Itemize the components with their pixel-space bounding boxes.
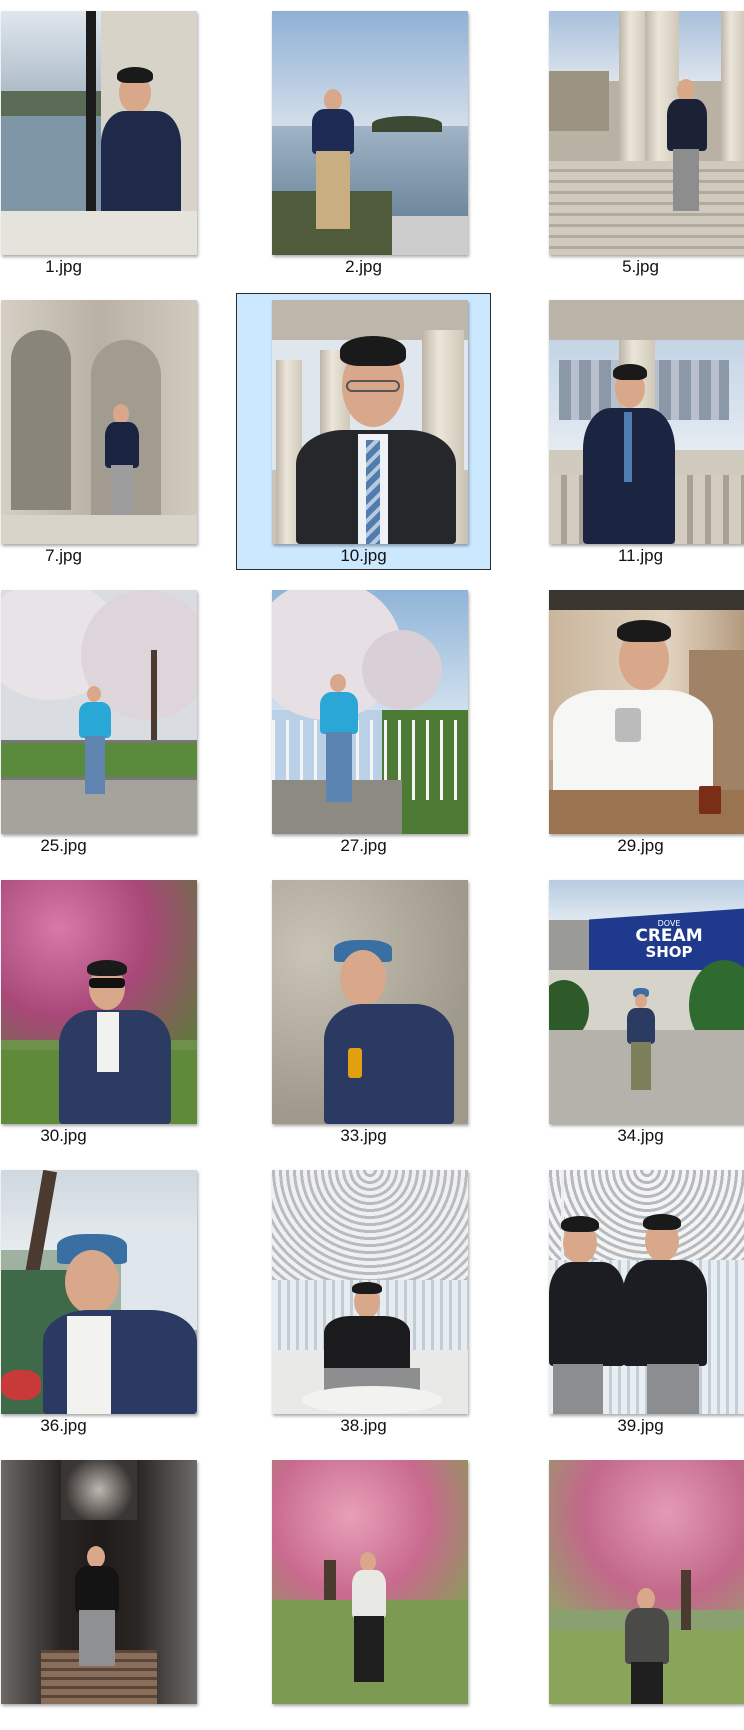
file-tile[interactable]: 27.jpg [236, 583, 491, 860]
file-tile[interactable] [236, 1453, 491, 1730]
file-name: 25.jpg [40, 836, 87, 855]
file-tile[interactable]: 5.jpg [513, 4, 744, 281]
file-tile[interactable]: 11.jpg [513, 293, 744, 570]
file-tile[interactable]: 39.jpg [513, 1163, 744, 1440]
file-name: 1.jpg [45, 257, 82, 276]
file-tile[interactable]: 7.jpg [0, 293, 197, 570]
file-tile[interactable]: 38.jpg [236, 1163, 491, 1440]
thumbnail-image: DOVE CREAM SHOP [549, 880, 744, 1124]
file-name: 7.jpg [45, 546, 82, 565]
file-name: 10.jpg [340, 546, 387, 565]
thumbnail-grid: 1.jpg 2.jpg 5.jpg 7.jpg 10.jpg 11.jpg 25… [0, 0, 744, 1704]
sign-line2-text: SHOP [645, 943, 693, 961]
thumbnail-image [549, 590, 744, 834]
file-name: 39.jpg [617, 1416, 664, 1435]
thumbnail-image [272, 11, 468, 255]
thumbnail-image [272, 1170, 468, 1414]
file-name: 11.jpg [617, 546, 664, 565]
file-name: 34.jpg [617, 1126, 664, 1145]
file-name: 36.jpg [40, 1416, 87, 1435]
file-tile[interactable]: 29.jpg [513, 583, 744, 860]
file-tile[interactable]: DOVE CREAM SHOP 34.jpg [513, 873, 744, 1150]
thumbnail-image [1, 1460, 197, 1704]
thumbnail-image [1, 880, 197, 1124]
file-tile[interactable]: 2.jpg [236, 4, 491, 281]
file-name: 33.jpg [340, 1126, 387, 1145]
file-name: 30.jpg [40, 1126, 87, 1145]
file-tile[interactable]: 25.jpg [0, 583, 197, 860]
thumbnail-image [272, 1460, 468, 1704]
file-tile[interactable] [513, 1453, 744, 1730]
file-tile[interactable]: 10.jpg [236, 293, 491, 570]
thumbnail-image [1, 300, 197, 544]
thumbnail-image [1, 590, 197, 834]
file-tile[interactable]: 30.jpg [0, 873, 197, 1150]
thumbnail-image [1, 1170, 197, 1414]
file-tile[interactable]: 33.jpg [236, 873, 491, 1150]
thumbnail-image [549, 1170, 744, 1414]
thumbnail-image [272, 590, 468, 834]
thumbnail-image [549, 300, 744, 544]
file-name: 29.jpg [617, 836, 664, 855]
thumbnail-image [1, 11, 197, 255]
thumbnail-image [549, 11, 744, 255]
file-tile[interactable]: 36.jpg [0, 1163, 197, 1440]
file-name: 38.jpg [340, 1416, 387, 1435]
file-tile[interactable] [0, 1453, 197, 1730]
file-name: 2.jpg [345, 257, 382, 276]
thumbnail-image [272, 300, 468, 544]
file-tile[interactable]: 1.jpg [0, 4, 197, 281]
file-name: 27.jpg [340, 836, 387, 855]
file-name: 5.jpg [622, 257, 659, 276]
thumbnail-image [549, 1460, 744, 1704]
thumbnail-image [272, 880, 468, 1124]
